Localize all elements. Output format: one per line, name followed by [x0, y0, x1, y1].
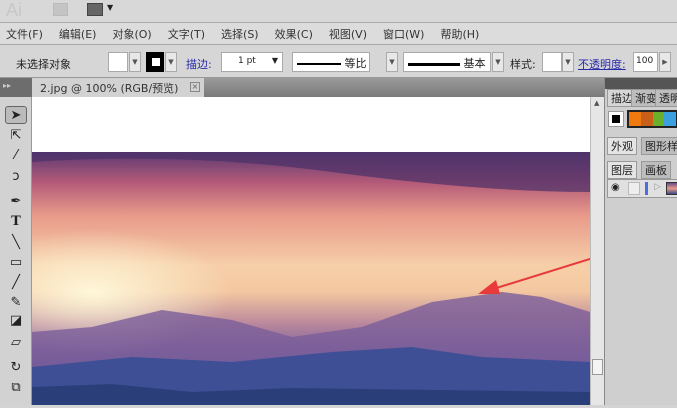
swatch-brown[interactable] [640, 112, 653, 126]
layer-color [645, 182, 648, 195]
swatch-blue[interactable] [664, 112, 676, 126]
tab-layers[interactable]: 图层 [607, 161, 637, 179]
rectangle-tool-icon[interactable]: ▭ [5, 254, 27, 272]
tab-graphic-styles[interactable]: 图形样式 [641, 137, 677, 155]
opacity-arrow[interactable]: ▶ [659, 52, 671, 72]
rotate-tool-icon[interactable]: ↻ [5, 359, 27, 377]
layer-row[interactable]: ◉ ▷ [607, 179, 677, 198]
scale-tool-icon[interactable]: ⧉ [5, 379, 27, 397]
style-dropdown[interactable]: ▼ [562, 52, 574, 72]
bridge-icon[interactable] [53, 3, 68, 16]
menu-object[interactable]: 对象(O) [112, 26, 151, 42]
fill-swatch[interactable] [108, 52, 128, 72]
menu-type[interactable]: 文字(T) [168, 26, 205, 42]
swatch-strip[interactable] [627, 110, 677, 128]
selection-tool-icon[interactable]: ➤ [5, 106, 27, 124]
fill-dropdown[interactable]: ▼ [129, 52, 141, 72]
app-logo: Ai [6, 0, 23, 20]
tab-transparency[interactable]: 透明 [655, 89, 677, 107]
menu-bar: 文件(F) 编辑(E) 对象(O) 文字(T) 选择(S) 效果(C) 视图(V… [0, 22, 677, 45]
close-tab-icon[interactable]: × [190, 82, 200, 92]
workspace-icon[interactable] [87, 3, 103, 16]
right-panel-dock: 描边 渐变 透明 外观 图形样式 图层 画板 ◉ ▷ [604, 78, 677, 405]
direct-selection-tool-icon[interactable]: ⇱ [5, 127, 27, 145]
menu-select[interactable]: 选择(S) [221, 26, 259, 42]
color-swatch-black[interactable] [608, 111, 624, 127]
type-tool-icon[interactable]: T [5, 213, 27, 231]
stroke-label[interactable]: 描边: [186, 56, 212, 72]
selection-status: 未选择对象 [16, 58, 71, 71]
tab-artboards[interactable]: 画板 [641, 161, 671, 179]
swatch-green[interactable] [652, 112, 665, 126]
paintbrush-tool-icon[interactable]: ╱ [5, 274, 27, 292]
toolbox-header[interactable]: ▸▸ [0, 78, 32, 97]
toolbox: ➤ ⇱ ⁄ ↄ ✒ T ╲ ▭ ╱ ✎ ◪ ▱ ↻ ⧉ [0, 97, 32, 405]
stroke-weight-field[interactable]: 1 pt ▼ [221, 52, 283, 72]
document-tab-label: 2.jpg @ 100% (RGB/预览) [40, 82, 179, 95]
expand-icon[interactable]: ▷ [654, 182, 661, 192]
eraser-tool-icon[interactable]: ▱ [5, 334, 27, 352]
tab-appearance[interactable]: 外观 [607, 137, 637, 155]
stroke-weight-value: 1 pt [238, 56, 256, 66]
menu-edit[interactable]: 编辑(E) [59, 26, 97, 42]
profile-value: 等比 [344, 57, 367, 70]
line-tool-icon[interactable]: ╲ [5, 234, 27, 252]
style-swatch[interactable] [542, 52, 562, 72]
document-tab[interactable]: 2.jpg @ 100% (RGB/预览) [32, 78, 204, 97]
stroke-dropdown[interactable]: ▼ [165, 52, 177, 72]
brush-dropdown[interactable]: ▼ [492, 52, 504, 72]
blob-brush-tool-icon[interactable]: ◪ [5, 312, 27, 330]
opacity-value: 100 [636, 56, 654, 66]
swatch-orange[interactable] [629, 112, 641, 126]
opacity-label[interactable]: 不透明度: [578, 56, 626, 72]
lasso-tool-icon[interactable]: ↄ [5, 168, 27, 186]
menu-view[interactable]: 视图(V) [329, 26, 367, 42]
menu-window[interactable]: 窗口(W) [383, 26, 424, 42]
scroll-thumb[interactable] [592, 359, 603, 375]
magic-wand-tool-icon[interactable]: ⁄ [5, 147, 27, 165]
profile-dropdown[interactable]: ▼ [386, 52, 398, 72]
menu-file[interactable]: 文件(F) [6, 26, 43, 42]
vertical-scrollbar[interactable]: ▲ [590, 97, 604, 405]
variable-width-profile[interactable]: 等比 [292, 52, 370, 72]
menu-help[interactable]: 帮助(H) [440, 26, 479, 42]
layer-thumbnail [666, 182, 677, 195]
opacity-field[interactable]: 100 [633, 52, 658, 72]
brush-definition[interactable]: 基本 [403, 52, 491, 72]
pen-tool-icon[interactable]: ✒ [5, 193, 27, 211]
pencil-tool-icon[interactable]: ✎ [5, 294, 27, 312]
style-label: 样式: [510, 58, 536, 71]
menu-effect[interactable]: 效果(C) [275, 26, 313, 42]
brush-value: 基本 [463, 57, 486, 70]
eye-icon[interactable]: ◉ [611, 182, 620, 193]
stroke-swatch[interactable] [146, 52, 164, 72]
chevron-down-icon[interactable]: ▼ [107, 3, 113, 12]
